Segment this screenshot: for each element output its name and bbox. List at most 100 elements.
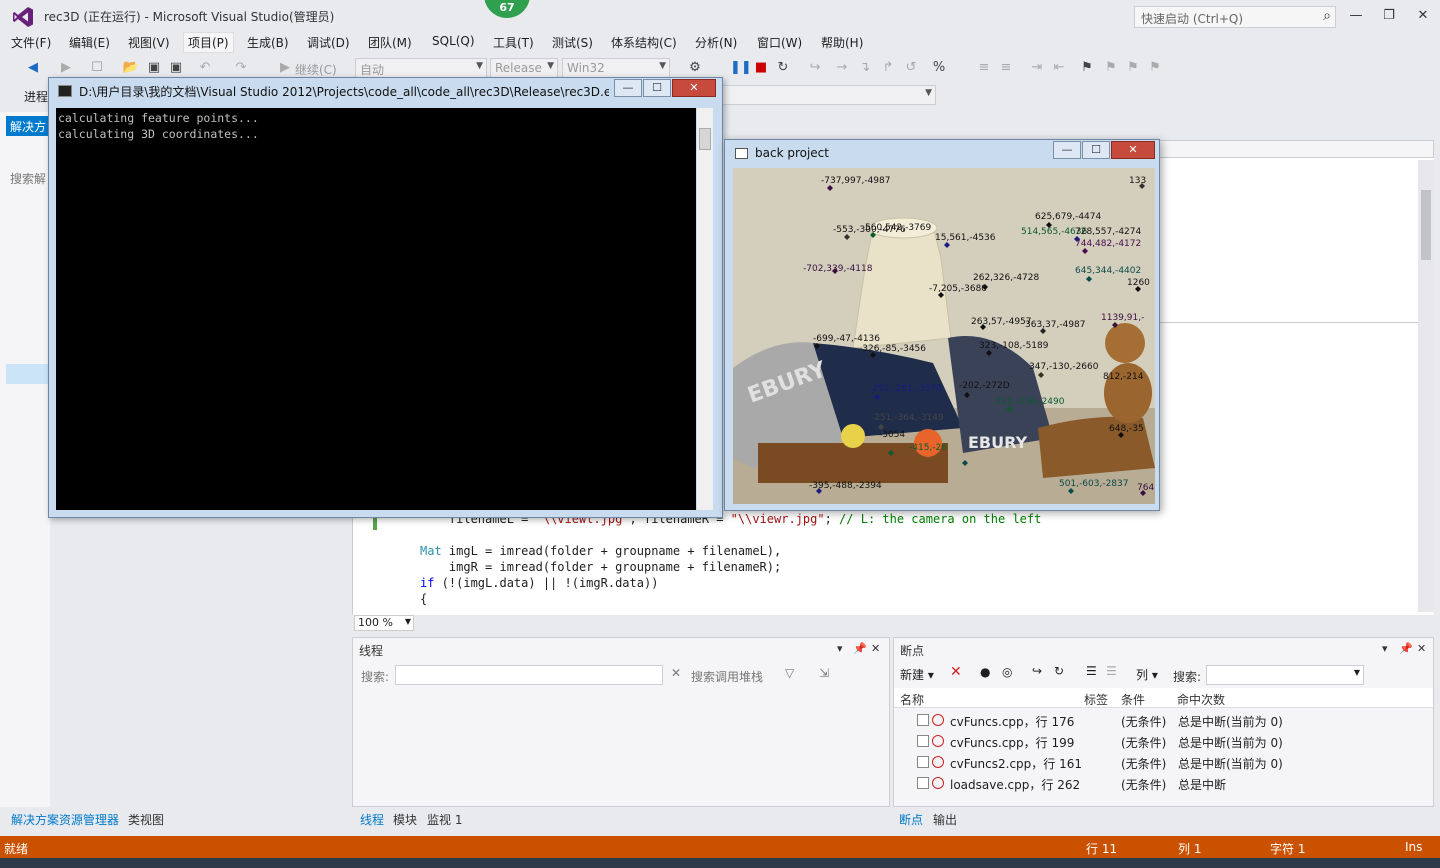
menu-view[interactable]: 视图(V)	[128, 34, 170, 51]
bp-search-input[interactable]: ▼	[1206, 665, 1364, 685]
step-back-icon[interactable]: ↺	[902, 59, 920, 77]
editor-scrollbar-thumb[interactable]	[1421, 190, 1431, 260]
configuration-combo[interactable]: Release ▼	[490, 58, 558, 78]
menu-project[interactable]: 项目(P)	[183, 32, 234, 53]
col-condition[interactable]: 条件	[1121, 691, 1145, 708]
continue-icon[interactable]: ▶	[276, 59, 294, 77]
new-breakpoint-button[interactable]: 新建 ▾	[900, 666, 934, 683]
col-name[interactable]: 名称	[900, 691, 924, 708]
breakpoint-row[interactable]: cvFuncs.cpp，行 199 (无条件) 总是中断(当前为 0)	[903, 732, 1423, 752]
backproject-minimize-button[interactable]: —	[1053, 141, 1081, 159]
goto-disassembly-icon[interactable]: ↻	[1054, 664, 1064, 678]
selected-tree-row[interactable]	[6, 364, 50, 384]
dropdown-icon[interactable]: ▾	[1382, 642, 1388, 655]
menu-debug[interactable]: 调试(D)	[307, 34, 350, 51]
columns-button[interactable]: 列 ▾	[1136, 666, 1158, 683]
console-scrollbar-thumb[interactable]	[699, 128, 711, 150]
comment-icon[interactable]: ≡	[975, 59, 993, 77]
delete-all-icon[interactable]: ●	[980, 665, 990, 679]
indent-icon[interactable]: ⇥	[1028, 59, 1046, 77]
menu-analyze[interactable]: 分析(N)	[695, 34, 737, 51]
hex-display-icon[interactable]: %	[930, 59, 948, 77]
tab-breakpoints[interactable]: 断点	[899, 811, 923, 828]
close-button[interactable]: ✕	[1410, 5, 1436, 27]
import-icon[interactable]: ☰	[1106, 664, 1117, 678]
save-icon[interactable]: ▣	[145, 59, 163, 77]
save-all-icon[interactable]: ▣	[167, 59, 185, 77]
menu-window[interactable]: 窗口(W)	[757, 34, 802, 51]
pause-icon[interactable]: ❚❚	[730, 59, 752, 77]
attach-icon[interactable]: ⚙	[686, 59, 704, 77]
tab-watch-1[interactable]: 监视 1	[427, 811, 462, 828]
uncomment-icon[interactable]: ≡	[997, 59, 1015, 77]
tab-threads[interactable]: 线程	[360, 811, 384, 828]
console-maximize-button[interactable]: ☐	[643, 79, 671, 97]
console-close-button[interactable]: ✕	[672, 79, 716, 97]
console-output[interactable]: calculating feature points... calculatin…	[56, 108, 696, 510]
stop-icon[interactable]: ■	[752, 59, 770, 77]
filter-icon[interactable]: ▽	[785, 666, 794, 680]
threads-search-input[interactable]	[395, 665, 663, 685]
menu-tools[interactable]: 工具(T)	[493, 34, 534, 51]
stack-frame-combo[interactable]: ▼	[700, 85, 936, 105]
col-label[interactable]: 标签	[1084, 691, 1108, 708]
back-project-window[interactable]: back project — ☐ ✕ EBURY EBURY -737,997,…	[724, 139, 1160, 511]
export-icon[interactable]: ☰	[1086, 664, 1097, 678]
expand-icon[interactable]: ⇲	[819, 666, 829, 680]
tab-output[interactable]: 输出	[933, 811, 957, 828]
zoom-combo[interactable]: 100 % ▼	[354, 615, 414, 631]
menu-edit[interactable]: 编辑(E)	[69, 34, 110, 51]
menu-test[interactable]: 测试(S)	[552, 34, 593, 51]
delete-icon[interactable]: ✕	[950, 664, 962, 680]
prev-bookmark-icon[interactable]: ⚑	[1102, 59, 1120, 77]
search-icon[interactable]: ⌕	[1323, 8, 1331, 24]
toggle-all-icon[interactable]: ◎	[1002, 665, 1012, 679]
menu-help[interactable]: 帮助(H)	[821, 34, 863, 51]
notification-badge[interactable]: 67	[484, 0, 530, 18]
restart-icon[interactable]: ↻	[774, 59, 792, 77]
menu-build[interactable]: 生成(B)	[247, 34, 289, 51]
menu-architecture[interactable]: 体系结构(C)	[611, 34, 677, 51]
close-icon[interactable]: ✕	[871, 642, 880, 655]
breakpoint-row[interactable]: cvFuncs2.cpp，行 161 (无条件) 总是中断(当前为 0)	[903, 753, 1423, 773]
new-project-icon[interactable]: ☐	[88, 59, 106, 77]
goto-source-icon[interactable]: ↪	[1032, 664, 1042, 678]
forward-icon[interactable]: ▶	[57, 59, 75, 77]
menu-sql[interactable]: SQL(Q)	[432, 34, 475, 48]
backproject-maximize-button[interactable]: ☐	[1082, 141, 1110, 159]
breakpoint-checkbox[interactable]	[917, 756, 929, 768]
solution-search-input[interactable]: 搜索解	[10, 170, 46, 187]
pin-icon[interactable]: 📌	[853, 642, 867, 655]
continue-label[interactable]: 继续(C)	[295, 61, 337, 78]
solution-config-combo[interactable]: 自动 ▼	[355, 58, 487, 78]
col-hit-count[interactable]: 命中次数	[1177, 691, 1225, 708]
breakpoint-row[interactable]: loadsave.cpp，行 262 (无条件) 总是中断	[903, 774, 1423, 794]
redo-icon[interactable]: ↷	[232, 59, 250, 77]
pin-icon[interactable]: 📌	[1399, 642, 1413, 655]
minimize-button[interactable]: —	[1343, 5, 1369, 27]
dropdown-icon[interactable]: ▾	[837, 642, 843, 655]
tab-solution-explorer[interactable]: 解决方案资源管理器	[11, 811, 119, 828]
bookmark-icon[interactable]: ⚑	[1078, 59, 1096, 77]
menu-file[interactable]: 文件(F)	[11, 34, 51, 51]
next-bookmark-icon[interactable]: ⚑	[1124, 59, 1142, 77]
undo-icon[interactable]: ↶	[196, 59, 214, 77]
quick-launch-input[interactable]: 快速启动 (Ctrl+Q) ⌕	[1134, 6, 1336, 28]
tab-modules[interactable]: 模块	[393, 811, 417, 828]
close-icon[interactable]: ✕	[1417, 642, 1426, 655]
clear-search-icon[interactable]: ✕	[671, 666, 681, 680]
platform-combo[interactable]: Win32 ▼	[562, 58, 670, 78]
solution-explorer-tab[interactable]: 解决方	[6, 116, 50, 136]
backproject-close-button[interactable]: ✕	[1111, 141, 1155, 159]
breakpoint-row[interactable]: cvFuncs.cpp，行 176 (无条件) 总是中断(当前为 0)	[903, 711, 1423, 731]
breakpoint-checkbox[interactable]	[917, 714, 929, 726]
step-over-icon[interactable]: ↴	[856, 59, 874, 77]
back-icon[interactable]: ◀	[24, 59, 42, 77]
step-out-icon[interactable]: ↱	[879, 59, 897, 77]
search-call-stack-label[interactable]: 搜索调用堆栈	[691, 668, 763, 685]
step-into-icon[interactable]: →	[833, 59, 851, 77]
menu-team[interactable]: 团队(M)	[368, 34, 412, 51]
console-scrollbar[interactable]	[697, 108, 713, 510]
restore-button[interactable]: ❐	[1376, 5, 1402, 27]
outdent-icon[interactable]: ⇤	[1050, 59, 1068, 77]
